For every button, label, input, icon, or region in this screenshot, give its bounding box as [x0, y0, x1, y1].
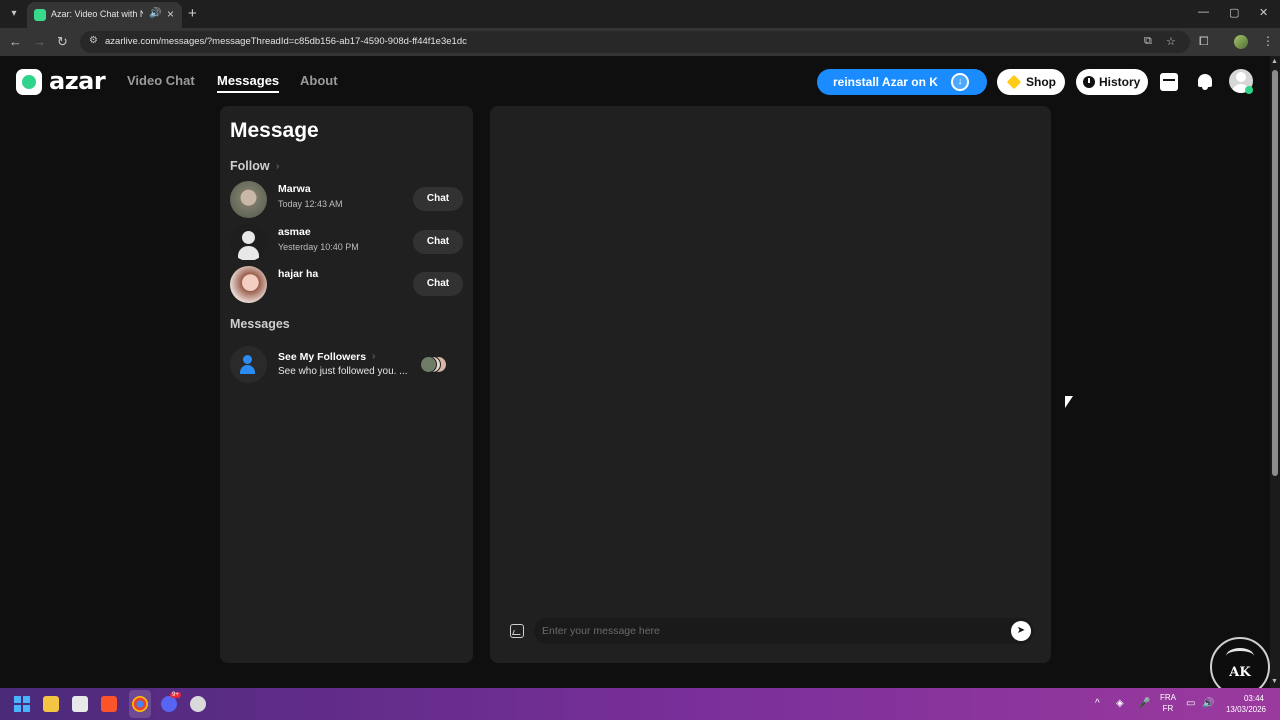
- chat-panel: ➤: [490, 106, 1051, 663]
- store-icon[interactable]: [1160, 73, 1178, 91]
- azar-logo-icon[interactable]: [16, 69, 42, 95]
- chrome-icon[interactable]: [132, 696, 148, 712]
- network-icon[interactable]: ▭: [1186, 698, 1195, 709]
- contact-row[interactable]: hajar ha Chat: [230, 264, 465, 304]
- online-status-badge: [1245, 86, 1253, 94]
- history-label: History: [1099, 75, 1141, 89]
- send-icon[interactable]: ➤: [1011, 621, 1031, 641]
- chat-button[interactable]: Chat: [413, 230, 463, 254]
- install-app-label: reinstall Azar on K: [833, 75, 938, 89]
- logo-text[interactable]: azar: [49, 67, 106, 95]
- scroll-thumb[interactable]: [1272, 70, 1278, 476]
- bookmark-star-icon[interactable]: ☆: [1166, 35, 1176, 48]
- discord-icon[interactable]: [161, 696, 177, 712]
- extensions-icon[interactable]: ⧠: [1199, 34, 1209, 49]
- volume-icon[interactable]: 🔊: [1202, 698, 1214, 709]
- forward-icon[interactable]: →: [33, 34, 46, 49]
- message-input[interactable]: [534, 618, 1034, 644]
- tab-search-icon[interactable]: ▾: [6, 6, 22, 22]
- messages-panel: Message Follow › Marwa Today 12:43 AM Ch…: [220, 106, 473, 663]
- windows-taskbar: 9+ ^ ◈ 🎤 FRA FR ▭ 🔊 03:44 13/03/2026: [0, 688, 1280, 720]
- diamond-icon: [1006, 74, 1022, 90]
- watermark-text: AK: [1229, 665, 1251, 680]
- tab-audio-icon[interactable]: 🔊: [149, 8, 161, 19]
- scroll-down-icon[interactable]: ▼: [1271, 678, 1278, 685]
- url-text[interactable]: azarlive.com/messages/?messageThreadId=c…: [105, 36, 467, 47]
- browser-profile-avatar[interactable]: [1234, 35, 1248, 49]
- language-top[interactable]: FRA: [1158, 693, 1178, 702]
- install-app-icon[interactable]: ⧉: [1144, 35, 1152, 48]
- store-app-icon[interactable]: [72, 696, 88, 712]
- nav-messages[interactable]: Messages: [217, 73, 280, 93]
- language-bottom[interactable]: FR: [1158, 704, 1178, 713]
- add-user-icon: [230, 346, 267, 383]
- download-icon: ↓: [951, 73, 969, 91]
- clock-time[interactable]: 03:44: [1238, 694, 1270, 703]
- contact-row[interactable]: Marwa Today 12:43 AM Chat: [230, 179, 465, 219]
- new-tab-icon[interactable]: +: [188, 5, 197, 22]
- chat-button[interactable]: Chat: [413, 272, 463, 296]
- back-icon[interactable]: ←: [9, 34, 22, 49]
- brave-icon[interactable]: [101, 696, 117, 712]
- history-button[interactable]: History: [1076, 69, 1148, 95]
- chevron-right-icon: ›: [372, 351, 376, 362]
- microphone-icon[interactable]: 🎤: [1138, 698, 1150, 709]
- site-info-icon[interactable]: ⚙: [89, 35, 98, 46]
- shop-label: Shop: [1026, 75, 1056, 89]
- close-window-icon[interactable]: ✕: [1259, 6, 1268, 19]
- followers-subtitle: See who just followed you. ...: [278, 366, 408, 377]
- page-scrollbar[interactable]: ▲ ▼: [1270, 56, 1280, 688]
- contact-name: asmae: [278, 226, 311, 238]
- contact-row[interactable]: asmae Yesterday 10:40 PM Chat: [230, 222, 465, 262]
- contact-name: hajar ha: [278, 268, 319, 280]
- contact-time: Today 12:43 AM: [278, 199, 343, 209]
- restore-icon[interactable]: ▢: [1229, 6, 1239, 19]
- follow-section-title[interactable]: Follow: [230, 159, 270, 173]
- tab-close-icon[interactable]: ×: [167, 7, 174, 21]
- reload-icon[interactable]: ↻: [57, 34, 68, 50]
- nav-about[interactable]: About: [300, 73, 338, 88]
- discord-badge: 9+: [170, 692, 181, 698]
- file-explorer-icon[interactable]: [43, 696, 59, 712]
- tab-title: Azar: Video Chat with New: [51, 9, 143, 19]
- tray-app-icon[interactable]: ◈: [1116, 698, 1124, 709]
- follower-avatar: [420, 356, 437, 373]
- browser-menu-icon[interactable]: ⋮: [1262, 34, 1274, 48]
- avatar[interactable]: [230, 224, 267, 261]
- see-followers-row[interactable]: See My Followers › See who just followed…: [230, 346, 465, 386]
- bell-icon[interactable]: [1196, 73, 1214, 91]
- chat-button[interactable]: Chat: [413, 187, 463, 211]
- avatar[interactable]: [230, 266, 267, 303]
- browser-toolbar: ← → ↻ ⚙ azarlive.com/messages/?messageTh…: [0, 28, 1280, 56]
- shop-button[interactable]: Shop: [997, 69, 1065, 95]
- scroll-up-icon[interactable]: ▲: [1271, 58, 1278, 65]
- browser-tab[interactable]: Azar: Video Chat with New 🔊 ×: [27, 2, 182, 28]
- page-title: Message: [230, 119, 319, 142]
- minimize-icon[interactable]: —: [1198, 6, 1209, 18]
- eagle-icon: [1226, 648, 1254, 664]
- windows-start-icon[interactable]: [14, 696, 30, 712]
- page: azar Video Chat Messages About reinstall…: [0, 56, 1270, 688]
- contact-name: Marwa: [278, 183, 311, 195]
- tray-overflow-icon[interactable]: ^: [1095, 698, 1100, 709]
- browser-tabstrip: ▾ Azar: Video Chat with New 🔊 × + — ▢ ✕: [0, 0, 1280, 28]
- chevron-right-icon[interactable]: ›: [276, 161, 279, 172]
- contact-time: Yesterday 10:40 PM: [278, 242, 359, 252]
- image-upload-icon[interactable]: [510, 624, 524, 638]
- messages-section-title: Messages: [230, 317, 290, 331]
- followers-title: See My Followers: [278, 351, 367, 363]
- clock-date[interactable]: 13/03/2026: [1222, 705, 1270, 714]
- avatar[interactable]: [230, 181, 267, 218]
- install-app-button[interactable]: reinstall Azar on K ↓: [817, 69, 987, 95]
- nav-video-chat[interactable]: Video Chat: [127, 73, 195, 88]
- address-bar[interactable]: ⚙ azarlive.com/messages/?messageThreadId…: [80, 31, 1190, 53]
- app-icon[interactable]: [190, 696, 206, 712]
- azar-favicon-icon: [34, 9, 46, 21]
- clock-icon: [1083, 76, 1095, 88]
